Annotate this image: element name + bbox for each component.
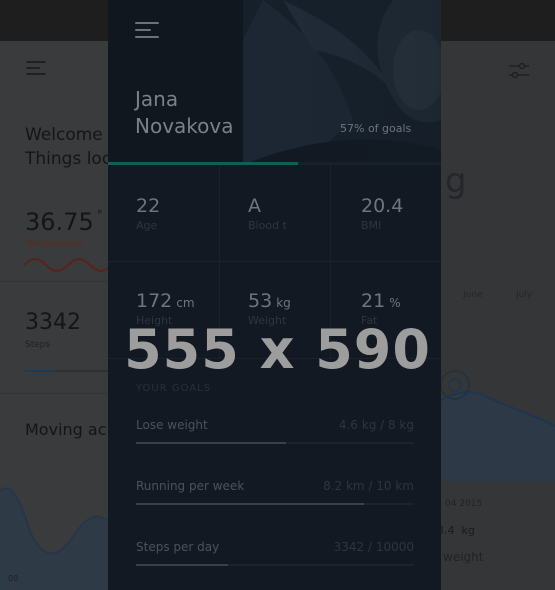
goal-progress-bar [136,564,414,566]
hamburger-icon[interactable] [135,22,159,38]
stat-age: 22 Age [136,195,161,232]
profile-card: Jana Novakova 57% of goals 22 Age A Bloo… [108,0,441,590]
weight-value: 3.4 kg [437,524,475,537]
month-label: July [516,290,533,300]
dimension-watermark: 555 x 590 [124,318,431,381]
temperature-value: 36.75 ° [25,208,103,236]
date-label: 04 2015 [445,499,483,509]
profile-name: Jana Novakova [135,87,234,138]
moving-activity-title: Moving ac [25,420,107,439]
heading-fragment: g [445,161,467,201]
temperature-label: Temperature [25,239,83,249]
stat-blood-type: A Blood t [248,195,287,232]
goals-section-title: YOUR GOALS [136,383,212,394]
right-dashboard-card: g June July 04 2015 3.4 kg weight [425,41,555,590]
weight-label: weight [443,550,484,564]
goal-progress-bar [136,503,414,505]
sliders-icon[interactable] [509,61,529,81]
goal-progress-bar [136,442,414,444]
month-label: June [463,290,483,300]
chart-axis-label: 08 [8,574,19,583]
stat-bmi: 20.4 BMI [361,195,404,232]
hamburger-icon[interactable] [26,61,46,75]
goals-percentage: 57% of goals [340,122,412,135]
profile-header: Jana Novakova 57% of goals [108,0,441,165]
